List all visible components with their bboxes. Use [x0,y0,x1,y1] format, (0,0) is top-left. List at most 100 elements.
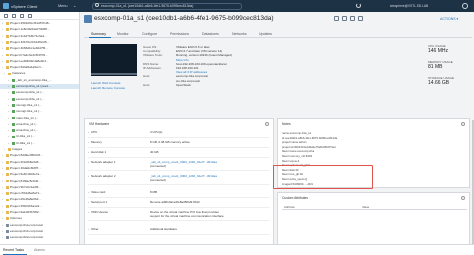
tree-item[interactable]: › Project 6a1d03b7f82... [0,210,79,215]
tree-item[interactable]: › esxcomp-03a_s1 (... [0,97,79,102]
expand-caret-icon[interactable]: › [88,140,89,145]
expand-caret-icon[interactable]: › [8,97,9,102]
expand-caret-icon[interactable]: › [2,153,3,158]
storage-view-icon[interactable] [20,14,24,18]
collapse-icon[interactable] [461,121,465,126]
user-menu[interactable]: sbvsphere@VSTL.SD.LAB [390,4,428,8]
recent-tasks-tab[interactable]: Recent Tasks [3,248,24,252]
hosts-view-icon[interactable] [4,14,8,18]
console-icon[interactable] [350,16,355,21]
tree-item[interactable]: › Project 250c6b3a1e9... [0,204,79,209]
expand-caret-icon[interactable]: › [8,78,9,83]
tree-item[interactable]: › Project ee8db09c4a8e8c4... [0,59,79,64]
expand-caret-icon[interactable]: › [4,71,5,76]
tree-item[interactable]: › esxcomp-01a.corp.local [0,223,79,228]
expand-caret-icon[interactable]: › [8,141,9,146]
expand-caret-icon[interactable]: › [88,210,89,215]
chevron-down-icon[interactable]: ⌄ [73,3,76,8]
tree-item[interactable]: › Project 40da0c3b8f7... [0,166,79,171]
expand-caret-icon[interactable]: › [2,166,3,171]
expand-caret-icon[interactable]: › [8,116,9,121]
tree-item[interactable]: › nsxmgr-01a_s1 (... [0,103,79,108]
alarms-tab[interactable]: Alarms [34,248,45,252]
tab-summary[interactable]: Summary [91,32,106,36]
refresh-icon[interactable] [356,3,361,8]
tree-item[interactable]: › rtr-02a_s1 (... [0,141,79,146]
expand-caret-icon[interactable]: › [2,46,3,51]
expand-caret-icon[interactable]: › [2,53,3,58]
expand-caret-icon[interactable]: › [2,210,3,215]
tree-item[interactable]: › _lab_s1_esxcomp-01a_... [0,78,79,83]
expand-caret-icon[interactable]: › [8,122,9,127]
expand-caret-icon[interactable]: › [2,229,3,234]
tree-item[interactable]: › esxcomp-02a_s1 (... [0,90,79,95]
expand-caret-icon[interactable]: › [2,216,3,221]
tree-item[interactable]: › esxcomp-01b.corp.local [0,229,79,234]
expand-caret-icon[interactable]: › [2,160,3,165]
tab-configure[interactable]: Configure [142,32,157,36]
expand-caret-icon[interactable]: › [88,190,89,195]
expand-caret-icon[interactable]: › [88,174,89,179]
expand-caret-icon[interactable]: › [2,204,3,209]
expand-caret-icon[interactable]: › [88,150,89,155]
expand-caret-icon[interactable]: › [2,197,3,202]
search-input[interactable]: esxcomp-01a_s1 (cee10db1-a6b6-4fe1-9675-… [101,4,193,8]
attribute-column-header[interactable]: Attribute [284,205,295,209]
expand-caret-icon[interactable]: › [8,134,9,139]
tree-item[interactable]: › Project 4b66dbc1eb0d7f6... [0,46,79,51]
tree-item[interactable]: › esxcomp-02a.corp.local [0,235,79,240]
tree-item[interactable]: › Project 2f4c0b8e6a5... [0,160,79,165]
tree-item[interactable]: › Project 81f9ac5c0d2... [0,179,79,184]
launch-remote-console-link[interactable]: Launch Remote Console [91,86,125,90]
expand-caret-icon[interactable]: › [8,109,9,114]
tree-item[interactable]: › Project 6d4a5a1a9cc1... [0,65,79,70]
tree-item[interactable]: › Instances [0,71,79,76]
tree-item[interactable]: › Project d0c4fa8e6b2... [0,197,79,202]
tree-item[interactable]: › Volumes [0,216,79,221]
tree-item[interactable]: › Project c5b2d6e8a71... [0,191,79,196]
scrollbar[interactable] [472,120,474,244]
expand-caret-icon[interactable]: › [2,34,3,39]
vms-view-icon[interactable] [12,14,16,18]
expand-caret-icon[interactable]: › [2,185,3,190]
tree-item[interactable]: › vcsa-01a_s1 (... [0,128,79,133]
expand-caret-icon[interactable]: › [8,84,9,89]
power-on-icon[interactable] [334,16,339,21]
expand-caret-icon[interactable]: › [88,227,89,232]
expand-caret-icon[interactable]: › [88,130,89,135]
launch-web-console-link[interactable]: Launch Web Console [91,81,121,85]
tree-item[interactable]: › Project 5e8c19d4e7a... [0,172,79,177]
expand-caret-icon[interactable]: › [88,200,89,205]
expand-caret-icon[interactable]: › [2,191,3,196]
value-column-header[interactable]: Value [362,205,369,209]
tab-datastores[interactable]: Datastores [202,32,219,36]
tree-item[interactable]: › Images [0,147,79,152]
expand-caret-icon[interactable]: › [4,147,5,152]
tree-item[interactable]: › Project 9b7e0c1a4f3... [0,185,79,190]
expand-caret-icon[interactable]: › [2,223,3,228]
vm-console-preview[interactable] [91,44,137,76]
migrate-icon[interactable] [358,16,363,21]
expand-caret-icon[interactable]: › [8,103,9,108]
expand-caret-icon[interactable]: › [2,65,3,70]
expand-caret-icon[interactable]: › [88,160,89,165]
tree-item[interactable]: › main-01a_s1 (... [0,116,79,121]
tree-item[interactable]: › Project 250106ccf41d57b48... [0,21,79,26]
expand-caret-icon[interactable]: › [2,40,3,45]
smiley-icon[interactable] [462,3,468,9]
collapse-icon[interactable] [461,195,465,200]
tab-updates[interactable]: Updates [259,32,272,36]
collapse-icon[interactable] [265,121,269,126]
tab-permissions[interactable]: Permissions [170,32,189,36]
menu-button[interactable]: Menu [58,4,68,8]
tree-item[interactable]: › vcsa-01a_s1 (... [0,122,79,127]
tab-monitor[interactable]: Monitor [117,32,129,36]
tree-item[interactable]: › Project 1c8cdfe64e074b88... [0,27,79,32]
tree-item[interactable]: › esxcomp-01a_s1 (cee1... [0,84,79,90]
tree-item[interactable]: › Project 2c4d7b3b71c9a1... [0,34,79,39]
actions-menu[interactable]: ACTIONS ▾ [440,17,458,21]
tree-item[interactable]: › Project 32b70ccbb1df4c25... [0,40,79,45]
expand-caret-icon[interactable]: › [8,128,9,133]
expand-caret-icon[interactable]: › [2,235,3,240]
tree-item[interactable]: › nsxmgr-01a_s1 (... [0,109,79,114]
